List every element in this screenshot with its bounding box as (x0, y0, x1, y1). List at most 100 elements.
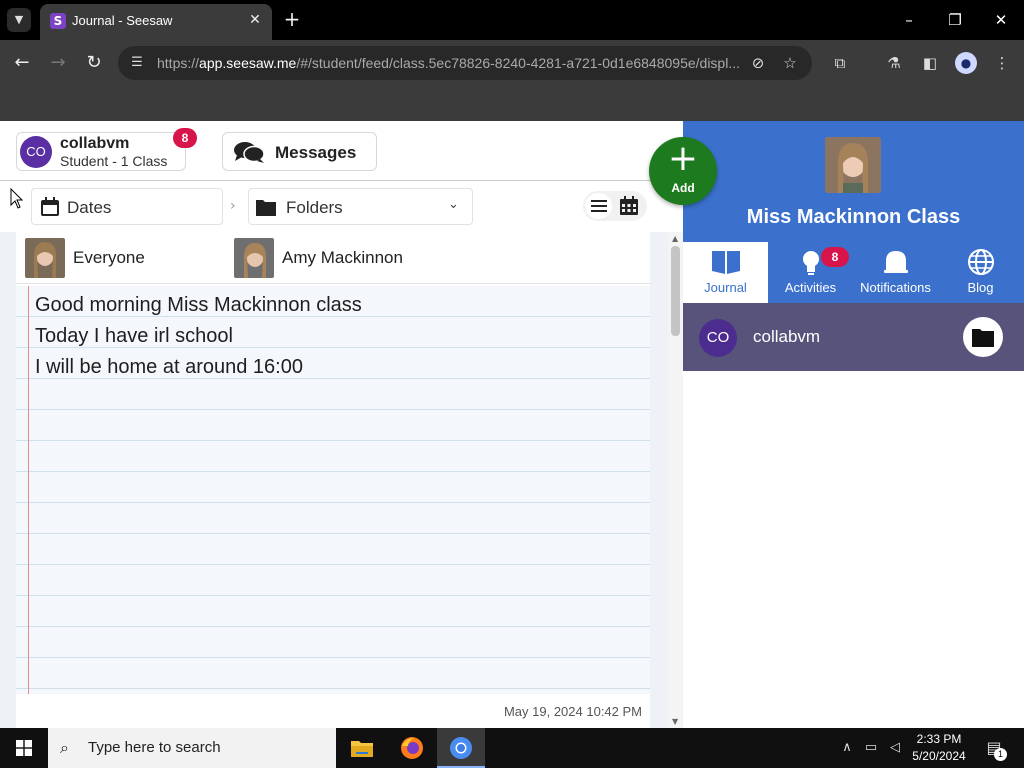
url-host: app.seesaw.me (199, 55, 297, 71)
note-margin-line (28, 286, 29, 694)
tab-title: Journal - Seesaw (72, 13, 173, 28)
audience-name: Everyone (73, 248, 145, 267)
class-nav-tabs: Journal Activities 8 Notifications Blog (683, 242, 1024, 303)
windows-taskbar: ⌕ Type here to search ∧ ▭ ◁ 2:33 PM 5/20… (0, 728, 1024, 768)
tab-label: Journal (704, 280, 747, 295)
address-bar[interactable]: ☰ https://app.seesaw.me/#/student/feed/c… (118, 46, 812, 80)
note-line: I will be home at around 16:00 (35, 356, 303, 378)
add-button[interactable]: + Add (649, 137, 717, 205)
start-button[interactable] (0, 728, 48, 768)
calendar-view-icon[interactable] (618, 195, 640, 217)
list-view-button[interactable] (585, 193, 612, 219)
folders-dropdown[interactable]: Folders ⌄ (248, 188, 473, 225)
chat-bubbles-icon (234, 142, 265, 163)
extensions-icon[interactable]: ⧉ (829, 52, 851, 74)
network-icon[interactable]: ▭ (862, 738, 880, 758)
scroll-thumb[interactable] (671, 246, 680, 336)
post-timestamp: May 19, 2024 10:42 PM (503, 704, 642, 719)
post-audience-row: Everyone Amy Mackinnon (16, 232, 650, 284)
account-name: collabvm (60, 135, 130, 152)
url-prefix: https:// (157, 55, 200, 71)
note-paper: Good morning Miss Mackinnon class Today … (16, 286, 650, 694)
student-folders-button[interactable] (963, 317, 1003, 357)
person-photo (234, 238, 274, 278)
minimize-icon[interactable]: – (894, 8, 924, 32)
close-window-icon[interactable]: ✕ (986, 8, 1016, 32)
forward-button[interactable]: → (46, 51, 70, 75)
student-name: collabvm (753, 327, 821, 346)
seesaw-favicon-icon: S (50, 13, 66, 29)
student-row[interactable]: CO collabvm (683, 303, 1024, 371)
site-info-icon[interactable]: ☰ (128, 54, 146, 72)
view-toggle (583, 191, 647, 221)
bookmark-star-icon[interactable]: ☆ (780, 53, 800, 73)
tab-label: Notifications (860, 280, 931, 295)
file-explorer-app[interactable] (338, 728, 386, 768)
url-path: /#/student/feed/class.5ec78826-8240-4281… (296, 55, 741, 71)
dates-filter-button[interactable]: Dates (31, 188, 223, 225)
tray-chevron-up-icon[interactable]: ∧ (838, 738, 856, 758)
add-label: Add (671, 181, 695, 195)
browser-tab-bar: ▼ S Journal - Seesaw ✕ + – ❐ ✕ (0, 0, 1024, 40)
globe-icon (968, 249, 994, 275)
chevron-down-icon: ▼ (14, 13, 24, 26)
tab-label: Blog (967, 280, 994, 295)
seesaw-page: CO collabvm Student - 1 Class 8 Messages… (0, 121, 1024, 728)
bell-icon (884, 251, 908, 273)
profile-icon[interactable]: ● (955, 52, 977, 74)
messages-button[interactable]: Messages (222, 132, 377, 171)
tab-label: Activities (784, 280, 837, 295)
clock-time[interactable]: 2:33 PM (908, 732, 970, 747)
firefox-app[interactable] (388, 728, 436, 768)
folders-label: Folders (286, 198, 343, 217)
restore-icon[interactable]: ❐ (940, 8, 970, 32)
account-avatar: CO (20, 136, 52, 168)
tab-journal[interactable]: Journal (683, 242, 768, 303)
reload-button[interactable]: ↻ (82, 51, 106, 75)
class-name: Miss Mackinnon Class (746, 206, 961, 228)
back-button[interactable]: ← (10, 51, 34, 75)
file-explorer-icon (351, 741, 373, 757)
chrome-app[interactable] (437, 728, 485, 768)
firefox-icon (401, 737, 423, 759)
journal-feed: Everyone Amy Mackinnon Good morning Miss… (0, 232, 668, 728)
tab-blog[interactable]: Blog (938, 242, 1023, 303)
messages-label: Messages (275, 143, 357, 162)
labs-flask-icon[interactable]: ⚗ (883, 52, 905, 74)
browser-tab-active[interactable]: S Journal - Seesaw ✕ (40, 4, 272, 40)
browser-toolbar: ← → ↻ ☰ https://app.seesaw.me/#/student/… (0, 40, 1024, 86)
class-photo (825, 137, 881, 193)
side-panel-icon[interactable]: ◧ (919, 52, 941, 74)
eye-slash-icon[interactable]: ⊘ (748, 53, 768, 73)
scroll-down-icon[interactable]: ▼ (672, 717, 678, 726)
student-avatar: CO (699, 319, 737, 357)
account-switcher[interactable]: CO collabvm Student - 1 Class 8 (16, 128, 197, 171)
list-icon (591, 200, 607, 212)
tab-search-button[interactable]: ▼ (7, 8, 31, 32)
calendar-icon (41, 197, 59, 216)
feed-scrollbar[interactable]: ▲ ▼ (668, 232, 683, 728)
book-icon (712, 251, 740, 274)
mouse-cursor-icon (10, 188, 24, 209)
tab-notifications[interactable]: Notifications (853, 242, 938, 303)
action-center-badge: 1 (994, 748, 1007, 761)
bookmark-bar (0, 86, 1024, 121)
account-notification-badge: 8 (173, 128, 197, 148)
menu-kebab-icon[interactable]: ⋮ (991, 52, 1013, 74)
journal-post[interactable]: Everyone Amy Mackinnon Good morning Miss… (16, 232, 650, 728)
class-panel: Miss Mackinnon Class Journal Activities … (683, 121, 1024, 728)
activities-badge: 8 (821, 247, 849, 267)
clock-date[interactable]: 5/20/2024 (908, 749, 970, 764)
tab-close-icon[interactable]: ✕ (246, 11, 264, 29)
person-photo (25, 238, 65, 278)
url-text[interactable]: https://app.seesaw.me/#/student/feed/cla… (157, 55, 742, 71)
chrome-icon (450, 737, 472, 759)
plus-icon: + (667, 138, 699, 179)
new-tab-button[interactable]: + (282, 8, 302, 32)
scroll-up-icon[interactable]: ▲ (672, 234, 678, 243)
note-line: Today I have irl school (35, 325, 233, 347)
dates-label: Dates (67, 198, 112, 217)
taskbar-search[interactable]: ⌕ Type here to search (48, 728, 336, 768)
search-placeholder: Type here to search (88, 739, 221, 756)
volume-muted-icon[interactable]: ◁ (886, 738, 904, 758)
